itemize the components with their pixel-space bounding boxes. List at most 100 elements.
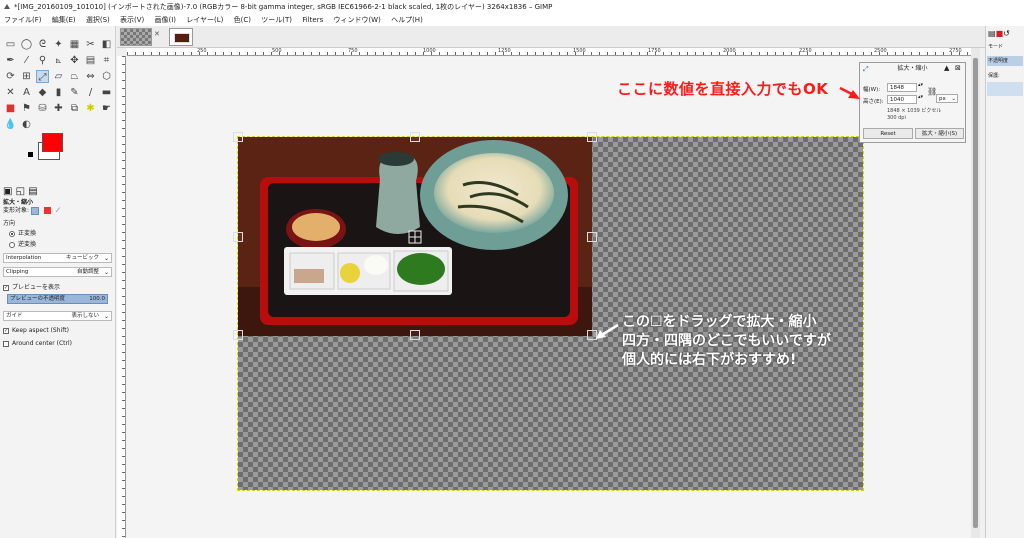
show-preview-checkbox[interactable]: ✓ プレビューを表示 (3, 282, 60, 291)
scissors-icon[interactable]: ✂ (84, 38, 97, 51)
menu-colors[interactable]: 色(C) (234, 16, 251, 24)
radio-icon[interactable] (9, 230, 15, 237)
annotation-line-3: 個人的には右下がおすすめ! (622, 352, 797, 368)
width-spinner-icon[interactable]: ▴▾ (918, 82, 923, 88)
direction-backward-radio[interactable]: 逆変換 (9, 239, 36, 248)
unit-dropdown[interactable]: px ⌄ (936, 94, 958, 103)
toolbox-panel: ▭ ◯ ᘓ ✦ ▦ ✂ ◧ ✒ ⁄ ⚲ ⦝ ✥ ▤ ⌗ ⟳ ⤢ ⊞ ▱ ⏢ ⇔ … (0, 26, 116, 538)
rect-select-icon[interactable]: ▭ (4, 38, 17, 51)
pin-icon[interactable]: ▲ (944, 64, 949, 72)
transform-path-icon[interactable]: ⟋ (56, 207, 60, 214)
blur-icon[interactable]: ✱ (84, 102, 97, 115)
close-icon[interactable]: ✕ (154, 30, 160, 38)
clipping-dropdown[interactable]: Clipping 自動調整 ⌄ (3, 267, 112, 277)
close-icon[interactable]: ⊠ (955, 64, 961, 72)
transform-handle-right[interactable] (587, 232, 597, 242)
guides-dropdown[interactable]: ガイド 表示しない ⌄ (3, 311, 112, 321)
perspective-clone-icon[interactable]: ⧉ (68, 102, 81, 115)
scrollbar-thumb[interactable] (973, 58, 978, 528)
reset-button[interactable]: Reset (863, 128, 913, 139)
transform-handle-top-right[interactable] (587, 132, 597, 142)
move-icon[interactable]: ✥ (68, 54, 81, 67)
transform-center-handle[interactable] (408, 229, 422, 244)
flip-icon[interactable]: ⇔ (84, 70, 97, 83)
transform-selection-icon[interactable] (43, 207, 51, 214)
paintbrush-icon[interactable]: / (84, 86, 97, 99)
scale-tool-icon: ⤢ (863, 65, 869, 73)
height-input[interactable]: 1040 (887, 95, 917, 104)
image-tab-2[interactable] (169, 28, 193, 46)
height-spinner-icon[interactable]: ▴▾ (918, 94, 923, 100)
transform-handle-left[interactable] (233, 232, 243, 242)
menu-help[interactable]: ヘルプ(H) (391, 16, 423, 24)
pencil-icon[interactable]: ✎ (68, 86, 81, 99)
align-icon[interactable]: ▤ (84, 54, 97, 67)
rotate-icon[interactable]: ⟳ (4, 70, 17, 83)
dock-tab-icons[interactable]: ▤■↺ (988, 29, 1010, 38)
lasso-icon[interactable]: ᘓ (36, 38, 49, 51)
fuzzy-select-icon[interactable]: ✦ (52, 38, 65, 51)
scale-tool-icon[interactable]: ⤢ (36, 70, 49, 83)
interpolation-dropdown[interactable]: Interpolation キュービック ⌄ (3, 253, 112, 263)
cage-icon[interactable]: ⬡ (100, 70, 113, 83)
eraser-icon[interactable]: ▬ (100, 86, 113, 99)
transform-layer-icon[interactable] (30, 206, 39, 215)
text-icon[interactable]: A (20, 86, 33, 99)
around-center-checkbox[interactable]: Around center (Ctrl) (3, 340, 72, 347)
scale-button[interactable]: 拡大・縮小(S) (915, 128, 964, 139)
color-select-icon[interactable]: ▦ (68, 38, 81, 51)
paths-icon[interactable]: ✒ (4, 54, 17, 67)
zoom-icon[interactable]: ⚲ (36, 54, 49, 67)
menu-filters[interactable]: Filters (302, 16, 323, 24)
checkbox-icon[interactable] (3, 340, 9, 347)
menu-view[interactable]: 表示(V) (120, 16, 144, 24)
perspective-icon[interactable]: ⏢ (68, 70, 81, 83)
transform-handle-top-left[interactable] (233, 132, 243, 142)
transform-handle-bottom[interactable] (410, 330, 420, 340)
smudge-icon[interactable]: ☛ (100, 102, 113, 115)
airbrush-icon[interactable]: ■ (4, 102, 17, 115)
measure-icon[interactable]: ⦝ (52, 54, 65, 67)
gradient-icon[interactable]: ▮ (52, 86, 65, 99)
preview-opacity-slider[interactable]: プレビューの不透明度 100.0 (7, 294, 108, 304)
width-input[interactable]: 1848 (887, 83, 917, 92)
image-tab-active[interactable] (120, 28, 152, 46)
menu-edit[interactable]: 編集(E) (52, 16, 76, 24)
dodge-burn-icon[interactable]: 💧 (4, 118, 17, 131)
vertical-ruler[interactable] (117, 56, 126, 538)
transform-handle-top[interactable] (410, 132, 420, 142)
clone-icon[interactable]: ⛁ (36, 102, 49, 115)
checkbox-checked-icon[interactable]: ✓ (3, 284, 9, 291)
menu-file[interactable]: ファイル(F) (4, 16, 42, 24)
chevron-down-icon: ⌄ (103, 313, 109, 320)
layer-row[interactable] (987, 82, 1023, 96)
foreground-select-icon[interactable]: ◧ (100, 38, 113, 51)
foreground-color-swatch[interactable] (42, 133, 63, 152)
bucket-fill-icon[interactable]: ◆ (36, 86, 49, 99)
menu-image[interactable]: 画像(I) (155, 16, 177, 24)
opacity-slider[interactable]: 不透明度 (987, 56, 1023, 66)
vertical-scrollbar[interactable] (971, 48, 980, 538)
menu-tools[interactable]: ツール(T) (261, 16, 292, 24)
crop-icon[interactable]: ⌗ (100, 54, 113, 67)
menu-select[interactable]: 選択(S) (86, 16, 110, 24)
color-swatches[interactable] (24, 130, 64, 160)
canvas-area[interactable] (127, 57, 971, 538)
heal-icon[interactable]: ✚ (52, 102, 65, 115)
transform-handle-bottom-left[interactable] (233, 330, 243, 340)
default-colors-icon[interactable] (28, 152, 33, 157)
shear-icon[interactable]: ▱ (52, 70, 65, 83)
unified-transform-icon[interactable]: ⊞ (20, 70, 33, 83)
menu-windows[interactable]: ウィンドウ(W) (333, 16, 380, 24)
checkbox-checked-icon[interactable]: ✓ (3, 327, 9, 334)
mode-label: モード (988, 44, 1004, 50)
ellipse-select-icon[interactable]: ◯ (20, 38, 33, 51)
horizontal-ruler[interactable]: 250 500 750 1000 1250 1500 1750 2000 225… (127, 48, 980, 56)
keep-aspect-checkbox[interactable]: ✓ Keep aspect (Shift) (3, 327, 69, 334)
radio-icon[interactable] (9, 241, 15, 248)
color-picker-icon[interactable]: ⁄ (20, 54, 33, 67)
ink-icon[interactable]: ⚑ (20, 102, 33, 115)
direction-forward-radio[interactable]: 正変換 (9, 228, 36, 237)
menu-layer[interactable]: レイヤー(L) (186, 16, 223, 24)
warp-icon[interactable]: ✕ (4, 86, 17, 99)
